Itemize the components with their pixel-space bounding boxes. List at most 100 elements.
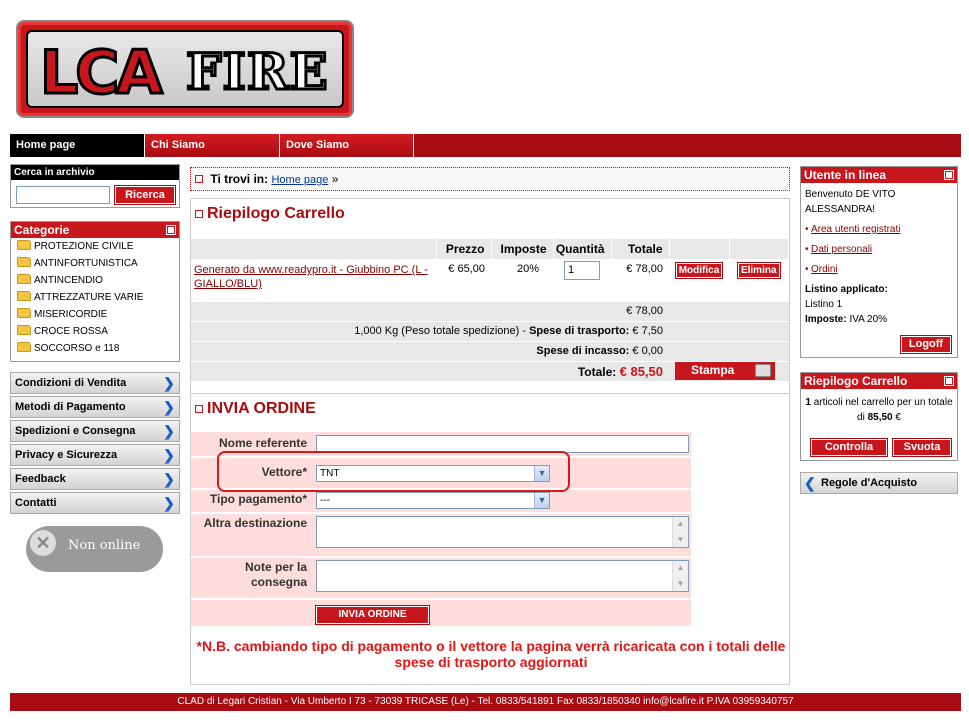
order-title: INVIA ORDINE [191,394,789,424]
menu-spedizioni[interactable]: Spedizioni e Consegna ❯ [10,420,180,442]
arrow-up-icon: ▲ [676,563,685,572]
menu-contatti[interactable]: Contatti ❯ [10,492,180,514]
collapse-icon[interactable] [944,376,954,386]
folder-icon [17,342,31,352]
col-quantita: Quantità [553,239,612,259]
edit-button[interactable]: Modifica [674,262,724,279]
category-item[interactable]: PROTEZIONE CIVILE [11,238,179,255]
col-prezzo: Prezzo [436,239,492,259]
menu-metodi-pagamento[interactable]: Metodi di Pagamento ❯ [10,396,180,418]
folder-icon [17,308,31,318]
arrow-up-icon: ▲ [676,519,685,528]
svuota-button[interactable]: Svuota [892,438,952,457]
total-value: € 85,50 [619,363,663,379]
print-button[interactable]: Stampa [675,362,775,381]
top-navbar: Home page Chi Siamo Dove Siamo [10,134,961,157]
arrow-down-icon: ▼ [676,579,685,588]
shipping-weight: 1,000 Kg (Peso totale spedizione) [354,325,520,337]
user-box-header: Utente in linea [801,167,957,183]
nav-home[interactable]: Home page [10,134,145,157]
imposte-label: Imposte: [805,314,847,325]
link-dati-personali[interactable]: Dati personali [805,242,953,257]
cod-label: Spese di incasso: [536,345,630,357]
breadcrumb-label: Ti trovi in: [210,172,269,186]
submit-order-button[interactable]: INVIA ORDINE [315,605,430,625]
delete-button[interactable]: Elimina [736,262,781,279]
note-consegna-label: Note per la consegna [244,560,307,589]
cart-box: Riepilogo Carrello 1 articoli nel carrel… [800,372,958,461]
order-notice: *N.B. cambiando tipo di pagamento o il v… [196,638,786,670]
chevron-right-icon: ❯ [163,399,175,415]
shipping-value: € 7,50 [632,325,663,337]
listino-value: Listino 1 [805,299,843,310]
regole-acquisto[interactable]: ❮ Regole d'Acquisto [800,472,958,494]
user-box-title: Utente in linea [804,168,887,182]
bullet-icon [194,209,204,219]
product-tax: 20% [491,259,553,301]
quantity-input[interactable]: 1 [564,261,600,280]
collapse-icon[interactable] [944,170,954,180]
welcome-text: Benvenuto DE VITO ALESSANDRA! [805,189,896,215]
col-imposte: Imposte [491,239,554,259]
cart-amount: 85,50 [867,412,893,423]
categories-box: Categorie PROTEZIONE CIVILE ANTINFORTUNI… [10,221,180,362]
chevron-left-icon: ❮ [804,475,816,491]
search-input[interactable] [16,186,110,204]
cart-summary-panel: Riepilogo Carrello Prezzo Imposte Quanti… [190,198,790,394]
link-area-utenti[interactable]: Area utenti registrati [805,222,953,237]
folder-icon [17,257,31,267]
note-consegna-textarea[interactable]: ▲ ▼ [316,560,689,592]
product-link[interactable]: Generato da www.readypro.it - Giubbino P… [194,264,428,290]
categories-title: Categorie [14,223,70,237]
site-logo[interactable]: LCA FIRE [16,20,354,118]
breadcrumb: Ti trovi in: Home page » [190,167,790,191]
altra-destinazione-label: Altra destinazione [203,516,307,530]
category-item[interactable]: ANTINFORTUNISTICA [11,255,179,272]
nome-label: Nome referente [218,436,307,450]
search-box: Cerca in archivio Ricerca [10,164,180,208]
breadcrumb-separator: » [331,172,339,186]
cart-box-header: Riepilogo Carrello [801,373,957,389]
folder-icon [17,240,31,250]
left-menu: Condizioni di Vendita ❯ Metodi di Pagamen… [10,372,180,516]
link-ordini[interactable]: Ordini [805,262,953,277]
menu-feedback[interactable]: Feedback ❯ [10,468,180,490]
controlla-button[interactable]: Controlla [810,438,888,457]
product-total: € 78,00 [611,259,669,301]
footer: CLAD di Legari Cristian - Via Umberto I … [10,693,961,711]
folder-icon [17,291,31,301]
close-icon: ✕ [30,530,56,556]
pagamento-label: Tipo pagamento* [209,492,307,506]
folder-icon [17,274,31,284]
category-item[interactable]: MISERICORDIE [11,306,179,323]
cart-subtotal: € 78,00 [191,300,669,321]
altra-destinazione-textarea[interactable]: ▲ ▼ [316,516,689,548]
chevron-right-icon: ❯ [163,423,175,439]
folder-icon [17,325,31,335]
search-button[interactable]: Ricerca [114,185,176,205]
category-item[interactable]: ANTINCENDIO [11,272,179,289]
logoff-button[interactable]: Logoff [900,335,952,354]
category-item[interactable]: ATTREZZATURE VARIE [11,289,179,306]
category-item[interactable]: SOCCORSO e 118 [11,340,179,357]
order-panel: INVIA ORDINE Nome referente Vettore* TNT… [190,393,790,685]
nav-dove-siamo[interactable]: Dove Siamo [280,134,414,157]
menu-privacy[interactable]: Privacy e Sicurezza ❯ [10,444,180,466]
chevron-right-icon: ❯ [163,375,175,391]
breadcrumb-home-link[interactable]: Home page [271,174,328,186]
cart-count: 1 [805,397,811,408]
scrollbar[interactable]: ▲ ▼ [672,517,688,547]
cod-value: € 0,00 [632,345,663,357]
table-row: Generato da www.readypro.it - Giubbino P… [191,259,789,301]
chevron-right-icon: ❯ [163,495,175,511]
search-title: Cerca in archivio [11,165,179,180]
nav-chi-siamo[interactable]: Chi Siamo [145,134,280,157]
category-item[interactable]: CROCE ROSSA [11,323,179,340]
menu-condizioni-vendita[interactable]: Condizioni di Vendita ❯ [10,372,180,394]
scrollbar[interactable]: ▲ ▼ [672,561,688,591]
col-totale: Totale [611,239,670,259]
collapse-icon[interactable] [166,225,176,235]
pagamento-select[interactable]: --- ▼ [316,492,550,509]
categories-header: Categorie [11,222,179,238]
listino-label: Listino applicato: [805,284,888,295]
